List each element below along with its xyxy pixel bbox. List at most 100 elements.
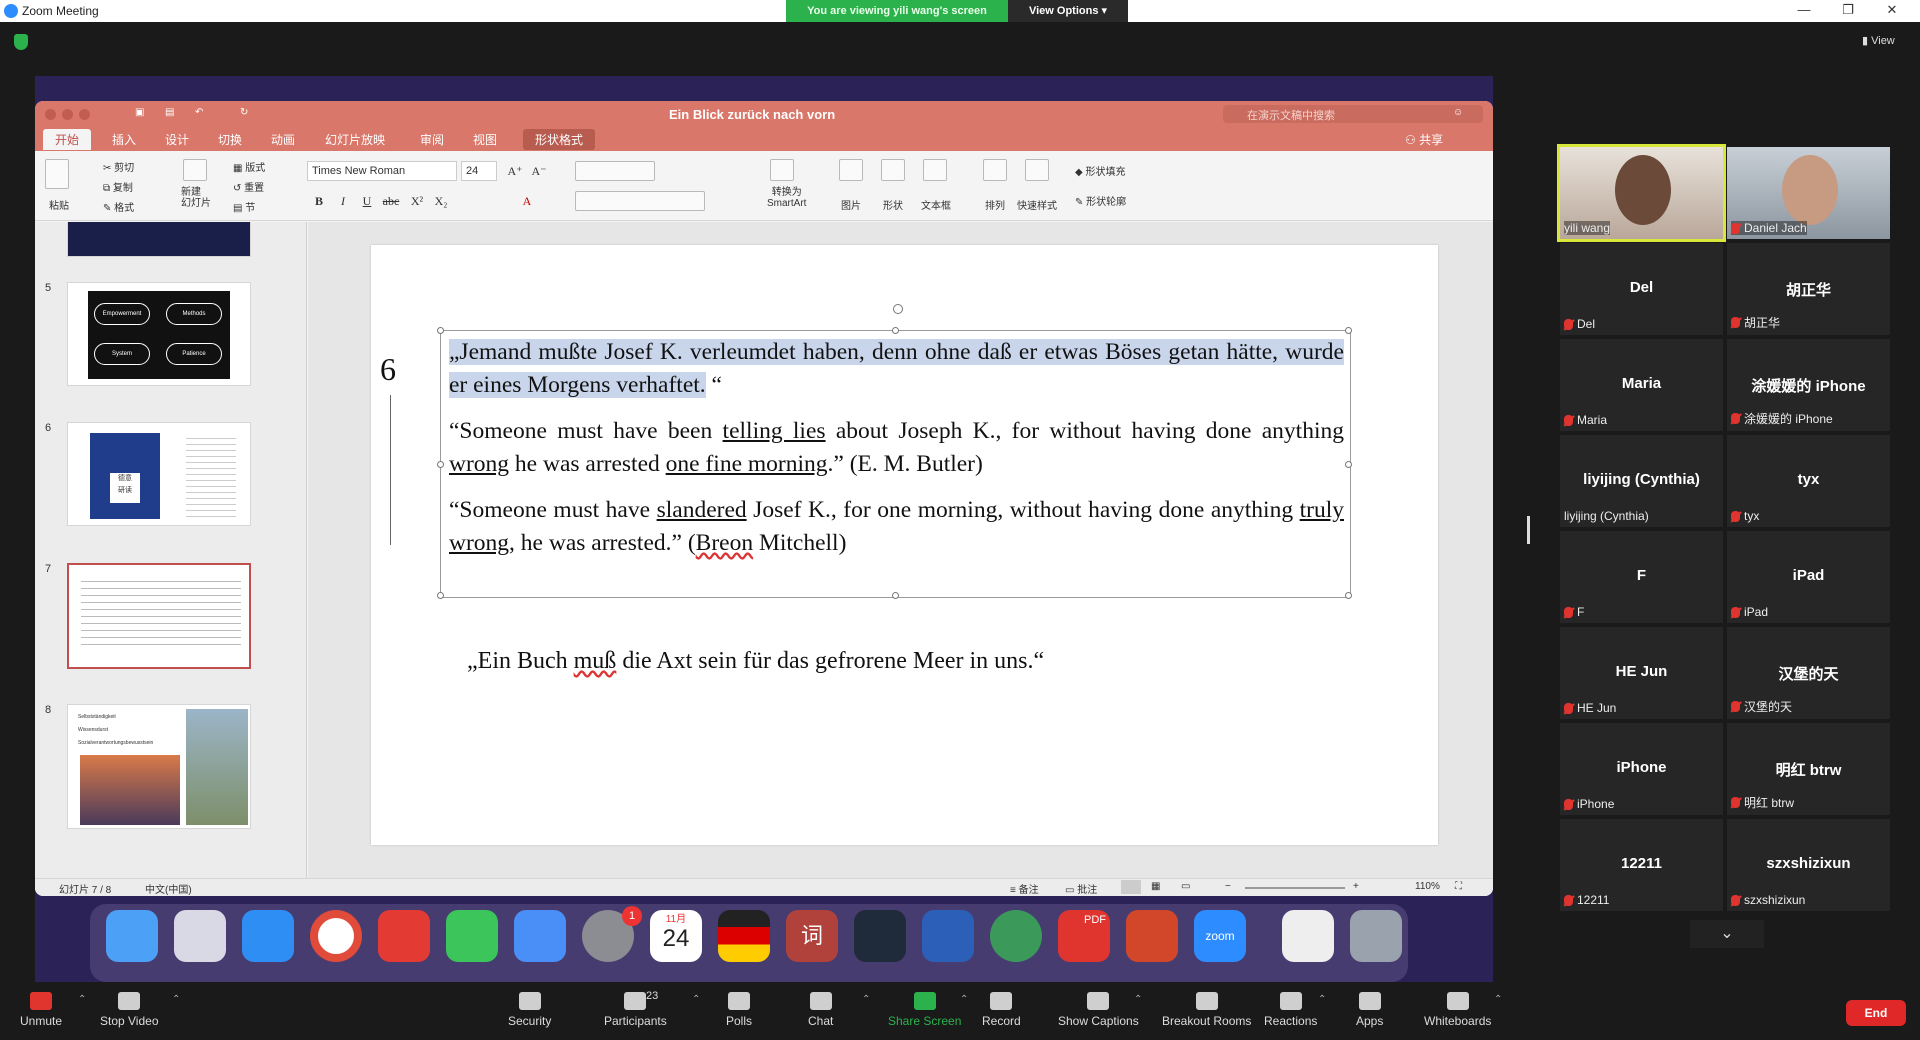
rotate-handle[interactable]	[893, 304, 903, 314]
participant-tile[interactable]: liyijing (Cynthia) liyijing (Cynthia)	[1560, 435, 1723, 527]
italic-button[interactable]: I	[333, 191, 353, 211]
participant-tile[interactable]: 12211 12211	[1560, 819, 1723, 911]
preview-icon[interactable]	[1282, 910, 1334, 962]
german-quote-paragraph[interactable]: „Jemand mußte Josef K. verleumdet haben,…	[449, 336, 1344, 402]
tab-view[interactable]: 视图	[473, 131, 497, 148]
resize-handle[interactable]	[1345, 327, 1352, 334]
chevron-up-icon[interactable]: ⌃	[1134, 994, 1142, 1005]
unmute-button[interactable]: Unmute	[20, 992, 62, 1028]
powerpoint-icon[interactable]	[1126, 910, 1178, 962]
gallery-resize-handle[interactable]	[1527, 516, 1530, 544]
decrease-font-icon[interactable]: A⁻	[529, 161, 549, 181]
quick-styles-icon[interactable]	[1025, 159, 1049, 181]
calendar-icon[interactable]: 11月 24	[650, 910, 702, 962]
word-icon[interactable]	[922, 910, 974, 962]
participant-tile[interactable]: iPad iPad	[1727, 531, 1890, 623]
apps-button[interactable]: Apps	[1356, 992, 1383, 1028]
netease-music-icon[interactable]	[378, 910, 430, 962]
quick-styles-label[interactable]: 快速样式	[1017, 197, 1057, 212]
participant-tile[interactable]: Del Del	[1560, 243, 1723, 335]
tab-home[interactable]: 开始	[43, 129, 92, 150]
selected-textbox[interactable]: „Jemand mußte Josef K. verleumdet haben,…	[437, 327, 1352, 599]
zoom-in-icon[interactable]: +	[1353, 881, 1359, 892]
encryption-shield-icon[interactable]	[14, 34, 28, 50]
shape-label[interactable]: 形状	[883, 197, 903, 212]
resize-handle[interactable]	[437, 461, 444, 468]
butler-translation-paragraph[interactable]: “Someone must have been telling lies abo…	[449, 415, 1344, 481]
paste-label[interactable]: 粘贴	[49, 197, 69, 212]
redo-icon[interactable]: ↻	[240, 107, 248, 118]
finder-icon[interactable]	[106, 910, 158, 962]
participant-tile[interactable]: 胡正华 胡正华	[1727, 243, 1890, 335]
reactions-button[interactable]: Reactions	[1264, 992, 1317, 1028]
new-slide-icon[interactable]	[183, 159, 207, 181]
dictionary-icon[interactable]: 词	[786, 910, 838, 962]
launchpad-icon[interactable]	[174, 910, 226, 962]
minimize-button[interactable]: —	[1784, 2, 1824, 20]
lark-icon[interactable]	[514, 910, 566, 962]
zoom-level[interactable]: 110%	[1415, 881, 1440, 892]
view-button[interactable]: ▮ View	[1862, 34, 1895, 47]
sorter-view-icon[interactable]: ▦	[1151, 881, 1160, 892]
smartart-icon[interactable]	[770, 159, 794, 181]
slide-thumbnail-8[interactable]: Selbstständigkeit Wissensdurst Sozialver…	[67, 704, 251, 829]
tab-review[interactable]: 审阅	[420, 131, 444, 148]
zoom-traffic-light[interactable]	[79, 109, 90, 120]
participant-tile[interactable]: 明红 btrw 明红 btrw	[1727, 723, 1890, 815]
chrome-icon[interactable]	[310, 910, 362, 962]
trash-icon[interactable]	[1350, 910, 1402, 962]
resize-handle[interactable]	[437, 327, 444, 334]
pdf-reader-icon[interactable]: PDF	[1058, 910, 1110, 962]
close-traffic-light[interactable]	[45, 109, 56, 120]
convert-smartart-label[interactable]: 转换为 SmartArt	[767, 187, 806, 209]
minimize-traffic-light[interactable]	[62, 109, 73, 120]
tab-transitions[interactable]: 切换	[218, 131, 242, 148]
arrange-label[interactable]: 排列	[985, 197, 1005, 212]
participant-tile[interactable]: 涂媛媛的 iPhone 涂媛媛的 iPhone	[1727, 339, 1890, 431]
resize-handle[interactable]	[892, 327, 899, 334]
tab-insert[interactable]: 插入	[112, 131, 136, 148]
resize-handle[interactable]	[1345, 461, 1352, 468]
copy-button[interactable]: ⧉ 复制	[103, 179, 133, 194]
textbox-icon[interactable]	[923, 159, 947, 181]
strikethrough-button[interactable]: abc	[381, 191, 401, 211]
undo-icon[interactable]: ↶	[195, 107, 203, 118]
show-captions-button[interactable]: Show Captions	[1058, 992, 1139, 1028]
layout-button[interactable]: ▦ 版式	[233, 159, 265, 174]
maps-icon[interactable]	[990, 910, 1042, 962]
zoom-out-icon[interactable]: −	[1225, 881, 1231, 892]
increase-font-icon[interactable]: A⁺	[505, 161, 525, 181]
close-window-button[interactable]: ✕	[1872, 2, 1912, 20]
zoom-slider[interactable]	[1245, 887, 1345, 889]
tab-shape-format[interactable]: 形状格式	[523, 129, 596, 150]
participant-tile[interactable]: tyx tyx	[1727, 435, 1890, 527]
chevron-up-icon[interactable]: ⌃	[1318, 994, 1326, 1005]
shape-fill-button[interactable]: ◆ 形状填充	[1075, 163, 1125, 178]
view-options-button[interactable]: View Options ▾	[1008, 0, 1128, 22]
stop-video-button[interactable]: Stop Video	[100, 992, 159, 1028]
second-quote[interactable]: „Ein Buch muß die Axt sein für das gefro…	[467, 648, 1044, 675]
slide-thumbnail-6[interactable]: 德意 研读	[67, 422, 251, 526]
new-slide-label[interactable]: 新建 幻灯片	[181, 187, 211, 209]
notes-button[interactable]: ≡ 备注	[1010, 881, 1039, 896]
list-buttons-icon[interactable]	[575, 161, 655, 181]
gallery-scroll-down-button[interactable]: ⌄	[1690, 920, 1764, 948]
section-button[interactable]: ▤ 节	[233, 199, 255, 214]
flag-icon[interactable]	[718, 910, 770, 962]
font-color-button[interactable]: A	[517, 191, 537, 211]
slide-thumbnail-4[interactable]	[67, 222, 251, 257]
font-family-select[interactable]: Times New Roman	[307, 161, 457, 181]
reset-button[interactable]: ↺ 重置	[233, 179, 264, 194]
slide-thumbnail-5[interactable]: Empowerment Methods System Patience	[67, 282, 251, 386]
tab-slideshow[interactable]: 幻灯片放映	[325, 131, 385, 148]
zoom-icon[interactable]: zoom	[1194, 910, 1246, 962]
polls-button[interactable]: Polls	[726, 992, 752, 1028]
shape-outline-button[interactable]: ✎ 形状轮廓	[1075, 193, 1126, 208]
smiley-feedback-icon[interactable]: ☺	[1453, 107, 1463, 118]
participant-tile[interactable]: Daniel Jach	[1727, 147, 1890, 239]
participants-button[interactable]: 23 Participants	[604, 990, 667, 1028]
participant-tile[interactable]: HE Jun HE Jun	[1560, 627, 1723, 719]
chevron-up-icon[interactable]: ⌃	[1494, 994, 1502, 1005]
chevron-up-icon[interactable]: ⌃	[78, 994, 86, 1005]
language-indicator[interactable]: 中文(中国)	[145, 881, 192, 896]
